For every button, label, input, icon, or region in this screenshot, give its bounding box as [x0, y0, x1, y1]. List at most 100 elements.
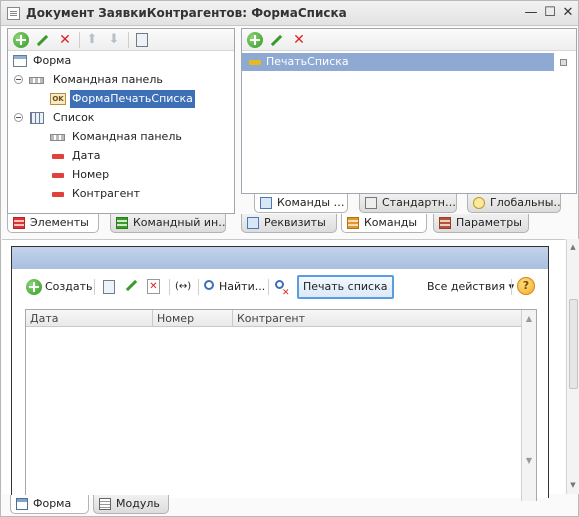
- delete-icon[interactable]: ✕: [57, 32, 73, 48]
- title-bar: Документ ЗаявкиКонтрагентов: ФормаСписка…: [1, 1, 578, 26]
- scroll-up-icon[interactable]: ▲: [522, 311, 536, 326]
- delete-icon[interactable]: ✕: [291, 32, 307, 48]
- commands-panel: ✕ ПечатьСписка: [241, 28, 577, 194]
- field-icon: [52, 192, 64, 197]
- refresh-icon: (↔): [175, 281, 192, 292]
- refresh-button[interactable]: (↔): [175, 277, 193, 297]
- tree-item-list[interactable]: Список: [8, 109, 234, 127]
- move-up-icon[interactable]: ⬆: [84, 32, 100, 48]
- copy-button[interactable]: [101, 277, 119, 297]
- collapse-icon[interactable]: [14, 113, 23, 122]
- toolbar-separator: [198, 279, 199, 295]
- tree-item-number[interactable]: Номер: [8, 166, 234, 184]
- create-label: Создать: [45, 280, 93, 293]
- command-panel-icon: [50, 134, 65, 141]
- commands-toolbar: ✕: [242, 29, 576, 51]
- search-icon: [204, 280, 214, 290]
- tree-item-label: ФормаПечатьСписка: [70, 90, 195, 108]
- field-icon: [52, 173, 64, 178]
- all-actions-menu[interactable]: Все действия ▾: [427, 277, 514, 297]
- form-commands-icon: [260, 197, 272, 209]
- tab-commands[interactable]: Команды: [341, 214, 427, 233]
- close-button[interactable]: ✕: [560, 5, 576, 21]
- tab-form-commands[interactable]: Команды …: [254, 194, 348, 213]
- scroll-down-icon[interactable]: ▼: [567, 479, 579, 491]
- tab-standard-commands[interactable]: Стандартн…: [359, 194, 457, 213]
- delete-button[interactable]: ✕: [146, 277, 162, 297]
- toolbar-separator: [128, 32, 129, 48]
- scroll-down-icon[interactable]: ▼: [522, 453, 536, 468]
- command-item-print-list[interactable]: ПечатьСписка: [242, 53, 554, 71]
- elements-icon: [13, 217, 25, 229]
- tree-item-form[interactable]: Форма: [8, 52, 234, 70]
- add-icon[interactable]: [247, 32, 263, 48]
- add-icon: [26, 279, 42, 295]
- add-icon[interactable]: [13, 32, 29, 48]
- global-commands-icon: [473, 197, 485, 209]
- tab-label: Параметры: [456, 216, 522, 229]
- command-icon: [249, 60, 261, 65]
- tab-parameters[interactable]: Параметры: [433, 214, 529, 233]
- move-down-icon[interactable]: ⬇: [106, 32, 122, 48]
- tab-label: Форма: [33, 497, 72, 510]
- command-marker-icon: [560, 59, 567, 66]
- column-header-number[interactable]: Номер: [153, 310, 233, 327]
- tree-item-label: Номер: [72, 168, 110, 181]
- tab-label: Глобальны…: [490, 196, 561, 209]
- edit-button[interactable]: [123, 277, 139, 297]
- column-header-counterparty[interactable]: Контрагент: [233, 310, 522, 327]
- tree-item-command-panel[interactable]: Командная панель: [8, 128, 234, 146]
- tab-label: Команды: [364, 216, 418, 229]
- tree-item-counterparty[interactable]: Контрагент: [8, 185, 234, 203]
- form-preview: Создать ✕ (↔) Найти... ✕ Печать списка В…: [2, 239, 565, 501]
- properties-icon[interactable]: [136, 33, 148, 47]
- tab-command-interface[interactable]: Командный ин…: [110, 214, 226, 233]
- tree-item-print-list-button[interactable]: OK ФормаПечатьСписка: [8, 90, 234, 108]
- elements-tabs: Элементы Командный ин…: [7, 214, 235, 234]
- commands-tabs: Команды … Стандартн… Глобальны…: [241, 194, 577, 214]
- module-tab-icon: [99, 498, 111, 510]
- tab-global-commands[interactable]: Глобальны…: [467, 194, 561, 213]
- tree-item-label: Контрагент: [72, 187, 141, 200]
- print-list-button[interactable]: Печать списка: [297, 275, 394, 299]
- scrollbar-thumb[interactable]: [569, 299, 578, 389]
- tree-item-command-panel[interactable]: Командная панель: [8, 71, 234, 89]
- scroll-up-icon[interactable]: ▲: [567, 241, 579, 253]
- find-button[interactable]: Найти...: [204, 277, 265, 297]
- button-icon: OK: [50, 93, 66, 105]
- create-button[interactable]: Создать: [26, 277, 93, 297]
- tree-item-label: Список: [53, 111, 95, 124]
- toolbar-separator: [94, 279, 95, 295]
- toolbar-separator: [268, 279, 269, 295]
- edit-icon[interactable]: [34, 32, 50, 48]
- preview-toolbar: Создать ✕ (↔) Найти... ✕ Печать списка В…: [12, 269, 548, 305]
- table-scrollbar[interactable]: ▲ ▼: [521, 310, 536, 501]
- find-label: Найти...: [219, 280, 266, 293]
- tree-item-date[interactable]: Дата: [8, 147, 234, 165]
- tab-attributes[interactable]: Реквизиты: [241, 214, 337, 233]
- edit-icon[interactable]: [268, 32, 284, 48]
- column-header-date[interactable]: Дата: [26, 310, 153, 327]
- maximize-button[interactable]: ☐: [542, 5, 558, 21]
- parameters-icon: [439, 217, 451, 229]
- minimize-button[interactable]: —: [523, 5, 539, 21]
- list-table[interactable]: Дата Номер Контрагент ▲ ▼: [25, 309, 537, 501]
- elements-toolbar: ✕ ⬆ ⬇: [8, 29, 234, 51]
- preview-scrollbar[interactable]: ▲ ▼: [566, 239, 579, 494]
- attributes-tabs: Реквизиты Команды Параметры: [241, 214, 577, 234]
- toolbar-separator: [79, 32, 80, 48]
- bottom-tabs: Форма Модуль: [7, 495, 207, 515]
- toolbar-separator: [511, 279, 512, 295]
- cancel-search-button[interactable]: ✕: [274, 277, 292, 298]
- help-button[interactable]: ?: [517, 277, 535, 295]
- tab-label: Элементы: [30, 216, 89, 229]
- tab-label: Команды …: [277, 196, 345, 209]
- collapse-icon[interactable]: [14, 75, 23, 84]
- tree-item-label: Командная панель: [53, 73, 163, 86]
- table-icon: [30, 112, 44, 124]
- cancel-mark-icon: ✕: [282, 288, 290, 298]
- tab-module[interactable]: Модуль: [93, 495, 169, 514]
- tab-elements[interactable]: Элементы: [7, 214, 99, 233]
- tab-form[interactable]: Форма: [10, 495, 89, 514]
- tab-label: Стандартн…: [382, 196, 456, 209]
